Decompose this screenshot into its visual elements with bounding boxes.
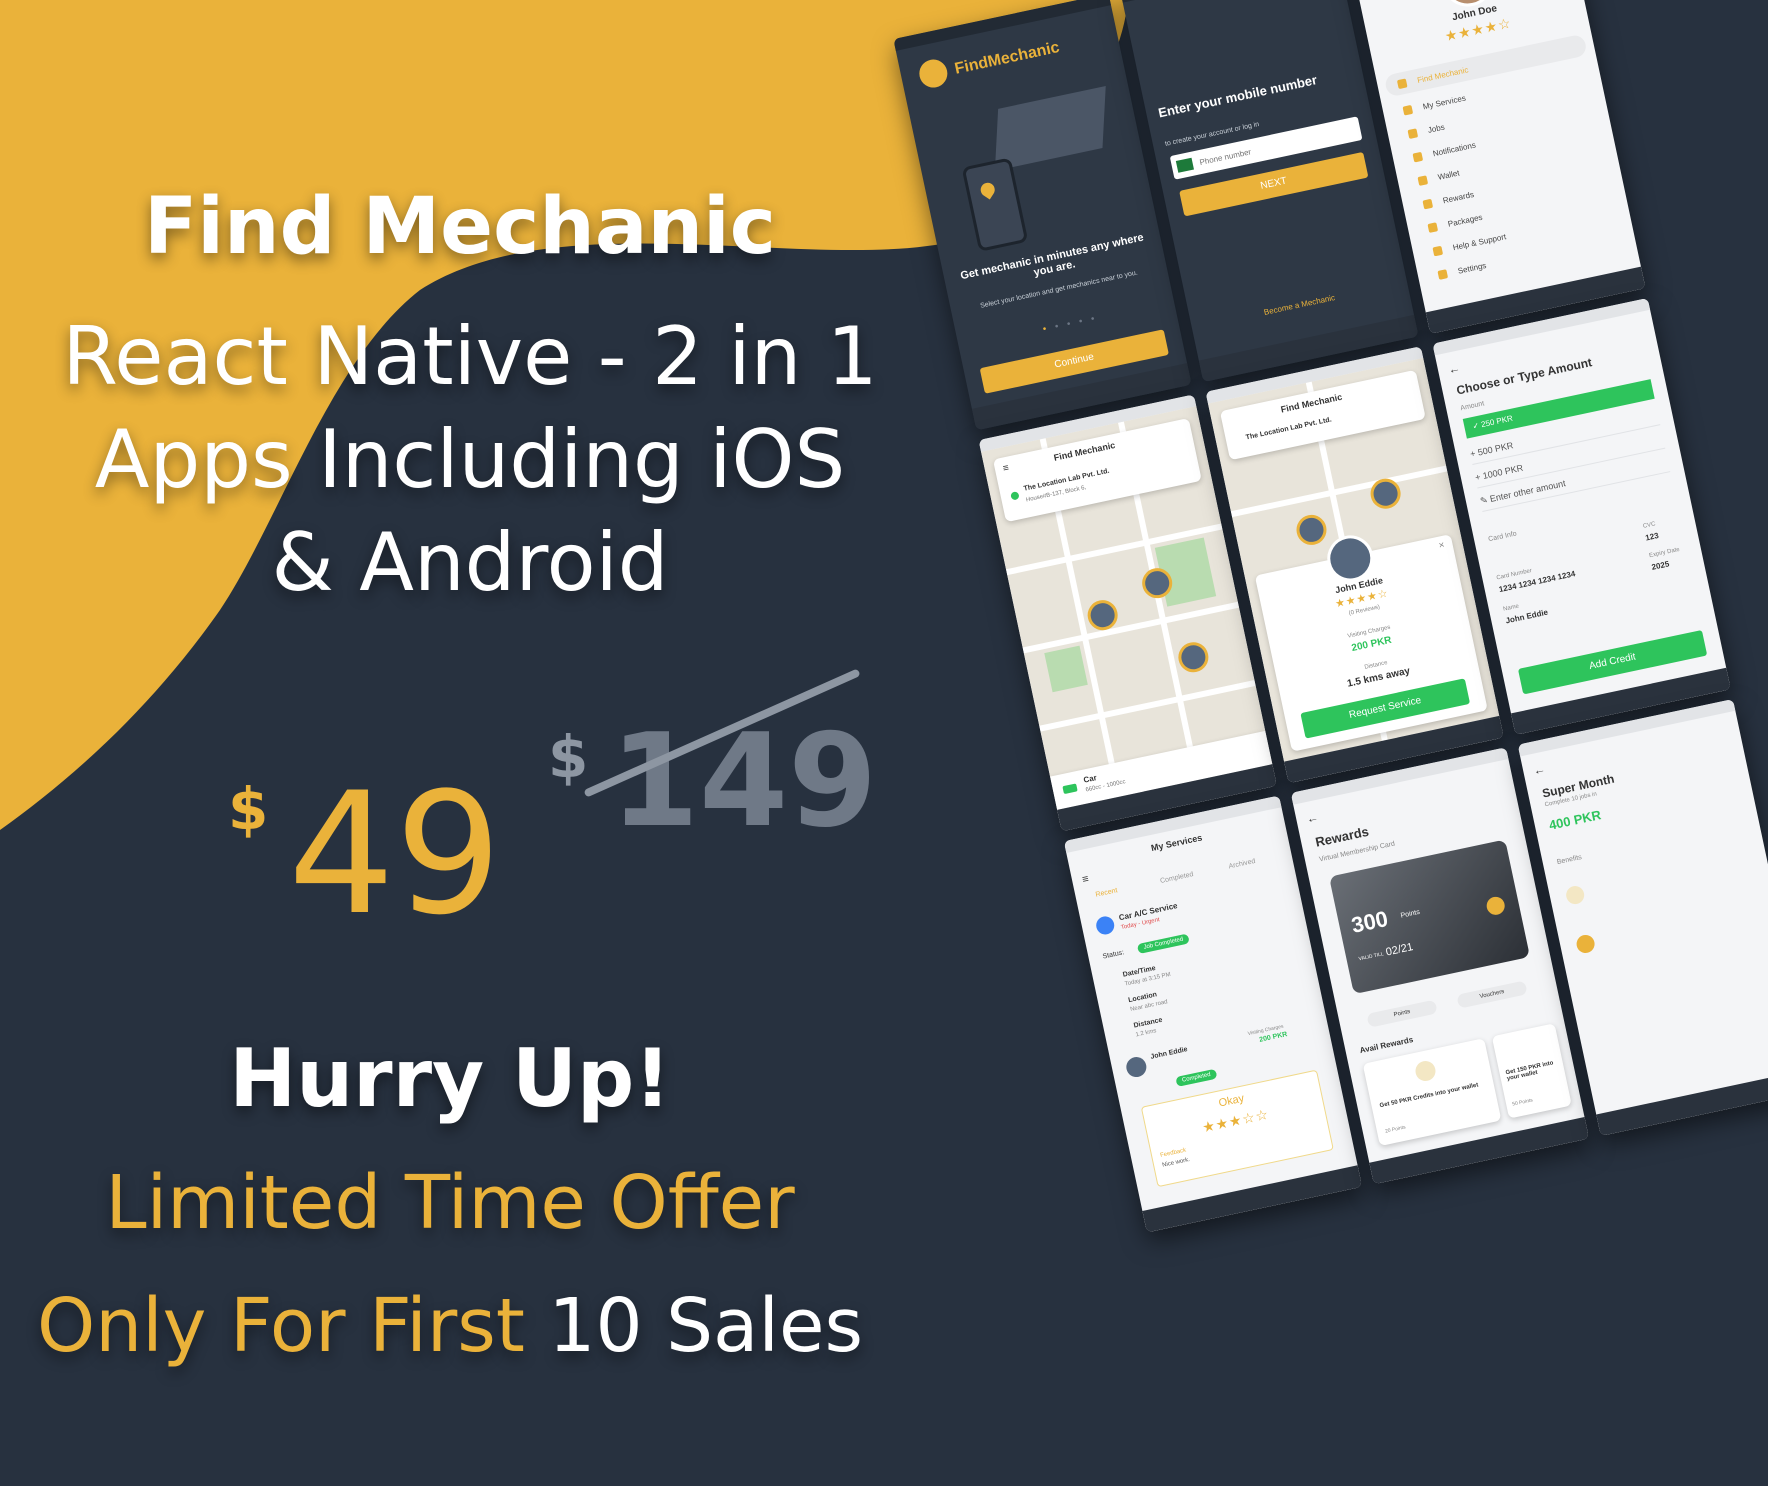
- status-label: Status:: [1102, 949, 1125, 961]
- reward-card[interactable]: Get 50 PKR Credits into your wallet 20 P…: [1362, 1038, 1502, 1147]
- tab-vouchers[interactable]: Vouchers: [1456, 980, 1528, 1009]
- menu-item-notifications[interactable]: Notifications: [1432, 140, 1476, 158]
- status-bar: [893, 0, 1112, 51]
- avail-rewards-label: Avail Rewards: [1358, 1035, 1414, 1056]
- subtitle-line-1: React Native - 2 in 1: [62, 310, 878, 403]
- benefit-icon: [1564, 884, 1586, 906]
- brand-name: FindMechanic: [953, 38, 1062, 78]
- reward-points: 50 Points: [1511, 1097, 1534, 1108]
- price-new: 49: [288, 756, 502, 952]
- wrench-icon: [1402, 104, 1414, 116]
- subtitle-line-2: Apps Including iOS: [94, 413, 846, 506]
- rewards-title: Rewards: [1313, 823, 1371, 850]
- offer-text: Limited Time Offer: [105, 1160, 795, 1246]
- status-badge: Job Completed: [1136, 933, 1191, 955]
- cvc-label: CVC: [1642, 521, 1657, 530]
- close-icon[interactable]: ×: [1438, 540, 1446, 552]
- bell-icon: [1412, 151, 1424, 163]
- first-sales-text: Only For First 10 Sales: [20, 1283, 880, 1369]
- valid-label: VALID TILL: [1358, 951, 1385, 963]
- status-bar: [1120, 0, 1338, 3]
- hurry-text: Hurry Up!: [229, 1032, 671, 1125]
- become-mechanic-link[interactable]: Become a Mechanic: [1203, 280, 1397, 330]
- menu-icon[interactable]: ≡: [1002, 463, 1010, 475]
- completed-badge: Completed: [1175, 1068, 1218, 1087]
- map-illustration-icon: [994, 85, 1106, 171]
- subtitle-line-3: & Android: [271, 516, 669, 609]
- first-sales-prefix: Only For First: [36, 1283, 525, 1369]
- menu-item-packages[interactable]: Packages: [1447, 213, 1483, 229]
- menu-item-my-services[interactable]: My Services: [1422, 94, 1466, 112]
- app-title: Find Mechanic: [144, 182, 776, 272]
- mechanic-name: John Eddie: [1149, 1046, 1189, 1061]
- wallet-icon: [1417, 175, 1429, 186]
- distance-value: 1.2 kms: [1135, 1028, 1157, 1039]
- mechanic-marker-icon[interactable]: [1175, 639, 1212, 676]
- tab-points[interactable]: Points: [1366, 999, 1438, 1028]
- amount-title: Choose or Type Amount: [1455, 355, 1594, 398]
- points-value: 300: [1349, 905, 1391, 938]
- amount-label: Amount: [1459, 400, 1485, 413]
- valid-value: 02/21: [1384, 941, 1415, 959]
- location-pin-icon: [1010, 491, 1020, 501]
- first-sales-highlight: 10 Sales: [548, 1283, 864, 1369]
- reward-points: 20 Points: [1384, 1124, 1407, 1135]
- menu-icon[interactable]: ≡: [1081, 873, 1090, 886]
- services-title: My Services: [1150, 832, 1204, 854]
- help-icon: [1432, 245, 1444, 257]
- amount-option-label: 250 PKR: [1480, 413, 1514, 430]
- reward-card[interactable]: Get 150 PKR into your wallet 50 Points: [1491, 1023, 1572, 1119]
- menu-item-wallet[interactable]: Wallet: [1437, 168, 1460, 181]
- cvc-field[interactable]: 123: [1645, 531, 1660, 543]
- reward-text: Get 150 PKR into your wallet: [1505, 1060, 1554, 1083]
- amount-option-label: 1000 PKR: [1481, 462, 1524, 482]
- nav-bar: [1596, 1068, 1768, 1136]
- card-info-label: Card Info: [1487, 530, 1518, 544]
- car-icon: [1094, 914, 1116, 937]
- location-name: The Location Lab Pvt. Ltd.: [1245, 416, 1333, 442]
- mechanic-avatar: [1124, 1055, 1149, 1079]
- briefcase-icon: [1407, 128, 1419, 140]
- tab-recent[interactable]: Recent: [1095, 887, 1118, 898]
- gift-icon: [1413, 1059, 1438, 1083]
- membership-card: 300 Points VALID TILL 02/21: [1329, 839, 1531, 995]
- gear-icon: [1437, 269, 1449, 280]
- name-label: Name: [1502, 603, 1520, 613]
- pagination-dots: • • • • •: [1041, 312, 1099, 336]
- back-icon[interactable]: ←: [1532, 762, 1547, 778]
- flag-icon: [1175, 157, 1194, 173]
- tab-archived[interactable]: Archived: [1228, 858, 1256, 871]
- menu-item-rewards[interactable]: Rewards: [1442, 190, 1475, 205]
- back-icon[interactable]: ←: [1305, 810, 1320, 826]
- medal-icon: [1485, 895, 1507, 917]
- old-price-currency: $: [548, 723, 589, 791]
- search-icon: [1396, 78, 1408, 90]
- menu-item-help-support[interactable]: Help & Support: [1452, 232, 1507, 252]
- package-price: 400 PKR: [1547, 807, 1603, 833]
- mechanic-marker-icon[interactable]: [1293, 512, 1330, 548]
- price-currency: $: [228, 775, 269, 843]
- distance-label: Distance: [1133, 1016, 1164, 1030]
- reward-text: Get 50 PKR Credits into your wallet: [1379, 1082, 1479, 1110]
- phone-illustration-icon: [961, 157, 1029, 252]
- brand-logo-icon: [916, 56, 950, 91]
- vehicle-name: Car: [1082, 773, 1098, 785]
- expiry-label: Expiry Date: [1648, 546, 1681, 560]
- feedback-text: Nice work.: [1161, 1157, 1191, 1169]
- benefits-label: Benefits: [1556, 853, 1583, 867]
- menu-item-jobs[interactable]: Jobs: [1427, 123, 1445, 135]
- price-old: 149: [610, 707, 878, 856]
- wrench-icon: [1574, 933, 1597, 955]
- expiry-field[interactable]: 2025: [1651, 559, 1670, 572]
- points-word: Points: [1400, 908, 1421, 920]
- back-icon[interactable]: ←: [1447, 361, 1462, 377]
- package-icon: [1427, 222, 1439, 233]
- menu-item-settings[interactable]: Settings: [1457, 261, 1487, 276]
- rating-box: Okay ★★★☆☆ Feedback Nice work.: [1140, 1069, 1334, 1188]
- subtitle: React Native - 2 in 1 Apps Including iOS…: [30, 305, 910, 614]
- gift-icon: [1422, 198, 1434, 210]
- tab-completed[interactable]: Completed: [1160, 871, 1195, 885]
- amount-option-label: 500 PKR: [1476, 440, 1515, 458]
- car-icon: [1062, 783, 1078, 795]
